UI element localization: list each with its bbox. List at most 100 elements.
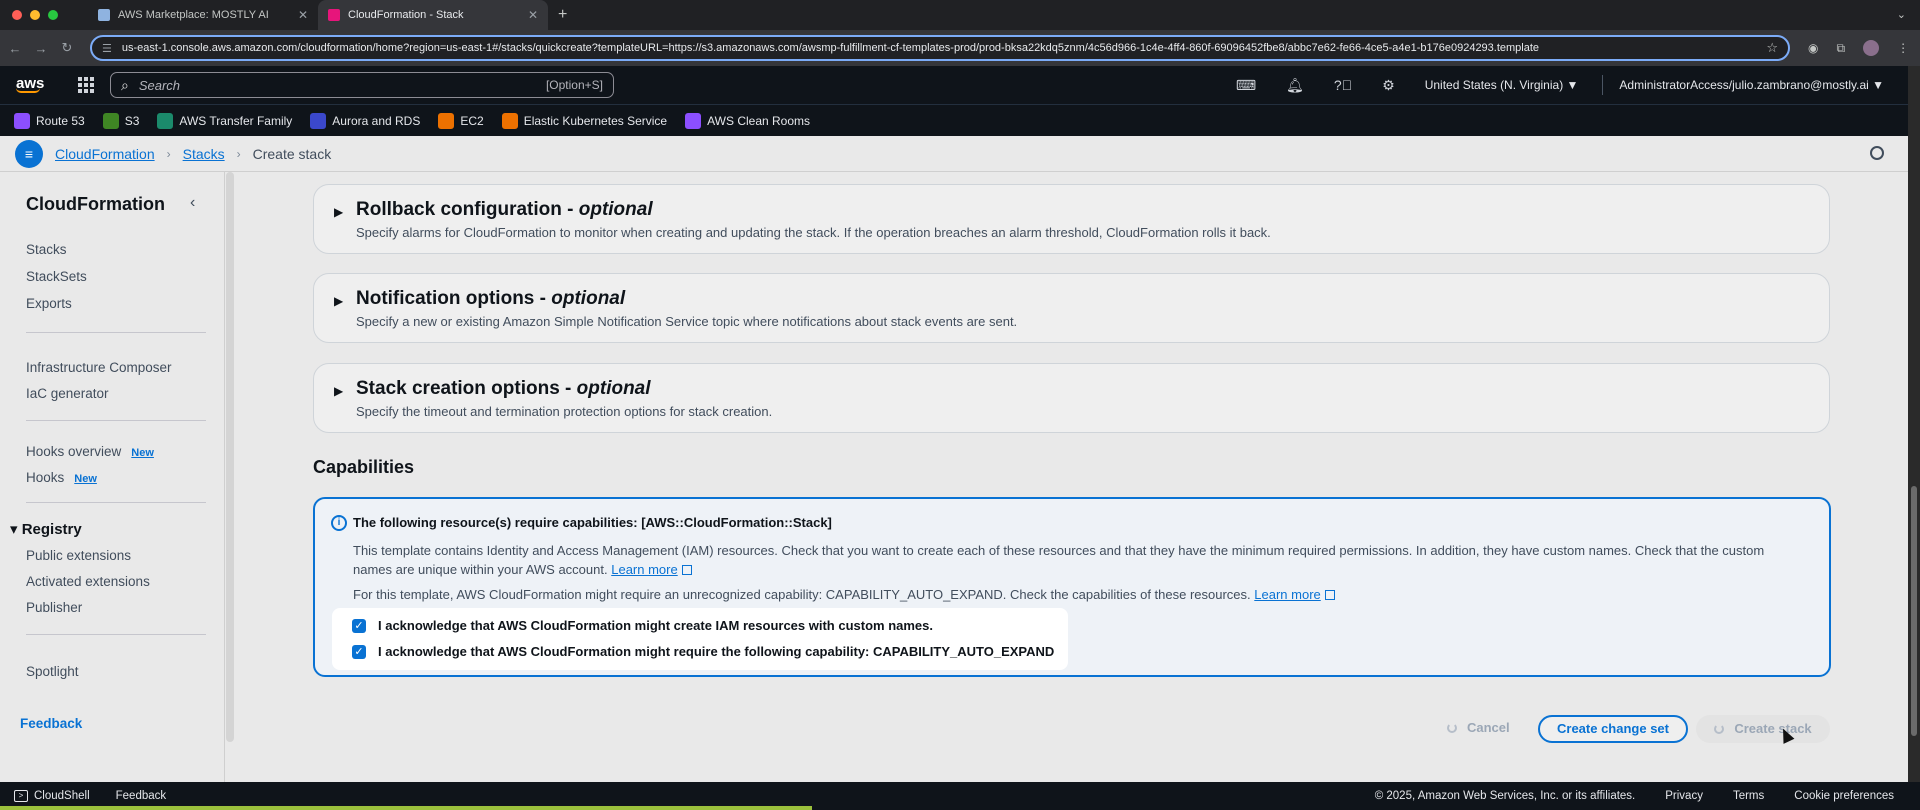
settings-gear-icon[interactable]: ⚙ [1382,77,1395,94]
sidebar-item-label: Hooks overview [26,444,122,459]
create-stack-button[interactable]: Create stack [1696,715,1830,743]
external-link-icon [681,565,692,575]
ack-auto-expand-checkbox[interactable]: ✓ [352,644,366,659]
notifications-bell-icon[interactable]: 🔔︎ [1286,77,1304,94]
sidebar-item-iac-generator[interactable]: IaC generator [26,386,109,401]
browser-tab-marketplace[interactable]: AWS Marketplace: MOSTLY AI ✕ [88,0,318,30]
extension-icon[interactable]: ◉ [1808,41,1818,55]
close-tab-icon[interactable]: ✕ [528,8,538,22]
sidebar-item-public-extensions[interactable]: Public extensions [26,548,131,563]
ack-iam-checkbox[interactable]: ✓ [352,618,366,633]
sidebar-item-publisher[interactable]: Publisher [26,600,82,615]
privacy-link[interactable]: Privacy [1665,790,1703,802]
favorite-aws-clean-rooms[interactable]: AWS Clean Rooms [685,112,810,129]
external-link-icon [1324,590,1335,600]
sidebar-item-spotlight[interactable]: Spotlight [26,664,79,679]
sidebar-item-infrastructure-composer[interactable]: Infrastructure Composer [26,360,172,375]
info-body-secondary: For this template, AWS CloudFormation mi… [353,587,1335,602]
info-body2-text: For this template, AWS CloudFormation mi… [353,587,1251,602]
ack-auto-expand-row[interactable]: ✓ I acknowledge that AWS CloudFormation … [352,644,1054,659]
service-icon [102,112,119,129]
favorite-label: AWS Transfer Family [179,113,293,128]
service-icon [685,112,702,129]
favorite-aurora-and-rds[interactable]: Aurora and RDS [310,112,421,129]
sidebar-divider [26,332,206,333]
sidebar-item-stacks[interactable]: Stacks [26,242,67,257]
minimize-window-icon[interactable] [30,10,40,20]
close-window-icon[interactable] [12,10,22,20]
sidebar-scrollbar[interactable] [226,172,234,742]
favorite-route-53[interactable]: Route 53 [14,112,85,129]
site-info-icon[interactable]: ☰ [102,42,112,55]
sidebar-item-hooks[interactable]: Hooks New [26,470,97,485]
sidebar-item-hooks-overview[interactable]: Hooks overview New [26,444,154,459]
bookmark-star-icon[interactable]: ☆ [1766,40,1778,56]
profile-avatar[interactable] [1863,40,1880,56]
loading-progress-bar [0,806,812,810]
sidebar-item-activated-extensions[interactable]: Activated extensions [26,574,150,589]
create-change-set-button[interactable]: Create change set [1538,715,1688,743]
breadcrumb-stacks[interactable]: Stacks [183,146,225,162]
sidebar-item-stacksets[interactable]: StackSets [26,269,87,284]
back-icon[interactable]: ← [4,41,26,56]
tab-label: AWS Marketplace: MOSTLY AI [118,9,269,21]
acknowledgement-group: ✓ I acknowledge that AWS CloudFormation … [332,608,1068,670]
aws-logo[interactable]: aws [16,76,50,93]
collapse-sidebar-icon[interactable]: ‹ [190,194,195,212]
chevron-right-icon: › [236,146,241,161]
favorite-aws-transfer-family[interactable]: AWS Transfer Family [157,112,293,129]
footer-feedback-link[interactable]: Feedback [116,790,167,802]
breadcrumb: ≡ CloudFormation › Stacks › Create stack [0,136,1908,172]
services-grid-icon[interactable] [78,77,94,93]
breadcrumb-cloudformation[interactable]: CloudFormation [55,146,155,162]
sidebar-section-registry[interactable]: ▾ Registry [10,520,82,538]
copyright-text: © 2025, Amazon Web Services, Inc. or its… [1374,790,1636,802]
tab-search-icon[interactable]: ⌄ [1897,8,1906,21]
favorite-label: S3 [124,113,140,128]
help-icon[interactable]: ?⃝ [1334,77,1352,93]
browser-tab-cloudformation[interactable]: CloudFormation - Stack ✕ [318,0,548,30]
region-selector[interactable]: United States (N. Virginia) ▼ [1425,78,1579,92]
reload-icon[interactable]: ↻ [56,40,78,56]
account-menu[interactable]: AdministratorAccess/julio.zambrano@mostl… [1619,78,1884,92]
cancel-button[interactable]: Cancel [1447,720,1510,735]
panel-notification-options[interactable]: ▶ Notification options - optional Specif… [313,273,1830,343]
search-icon: ⌕ [121,76,129,93]
panel-stack-creation-options[interactable]: ▶ Stack creation options - optional Spec… [313,363,1830,433]
learn-more-link[interactable]: Learn more [611,562,692,577]
sidebar-feedback-link[interactable]: Feedback [20,716,82,731]
new-tab-icon[interactable]: + [558,6,567,24]
panel-description: Specify the timeout and termination prot… [356,404,773,419]
panel-rollback-configuration[interactable]: ▶ Rollback configuration - optional Spec… [313,184,1830,254]
marketplace-favicon-icon [98,9,110,21]
cloudshell-button[interactable]: > CloudShell [14,790,90,802]
forward-icon[interactable]: → [30,41,52,56]
favorite-s3[interactable]: S3 [102,112,140,129]
page-settings-icon[interactable] [1870,146,1884,160]
close-tab-icon[interactable]: ✕ [298,8,308,22]
sidebar-item-exports[interactable]: Exports [26,296,72,311]
sidebar-item-label: Hooks [26,470,65,485]
hamburger-menu-icon[interactable]: ≡ [15,139,43,168]
scrollbar-thumb[interactable] [1911,486,1917,736]
favorite-label: Aurora and RDS [332,113,421,128]
address-bar[interactable]: ☰ us-east-1.console.aws.amazon.com/cloud… [90,35,1790,61]
capabilities-heading: Capabilities [313,457,415,477]
page-scrollbar[interactable] [1908,66,1920,782]
info-icon: i [331,515,347,531]
window-controls[interactable] [12,10,58,20]
url-text: us-east-1.console.aws.amazon.com/cloudfo… [121,42,1540,54]
favorite-elastic-kubernetes-service[interactable]: Elastic Kubernetes Service [501,112,667,129]
maximize-window-icon[interactable] [48,10,58,20]
learn-more-link[interactable]: Learn more [1254,587,1335,602]
favorite-ec2[interactable]: EC2 [438,112,484,129]
info-title: The following resource(s) require capabi… [353,515,832,530]
terms-link[interactable]: Terms [1733,790,1764,802]
browser-menu-icon[interactable]: ⋮ [1897,41,1909,55]
cloudshell-icon[interactable]: ⌨ [1236,77,1256,94]
ack-auto-expand-label: I acknowledge that AWS CloudFormation mi… [378,644,1055,659]
cookie-preferences-link[interactable]: Cookie preferences [1794,790,1894,802]
extensions-puzzle-icon[interactable]: ⧉ [1836,41,1845,56]
ack-iam-row[interactable]: ✓ I acknowledge that AWS CloudFormation … [352,618,933,633]
search-input[interactable]: ⌕ Search [Option+S] [110,72,614,98]
